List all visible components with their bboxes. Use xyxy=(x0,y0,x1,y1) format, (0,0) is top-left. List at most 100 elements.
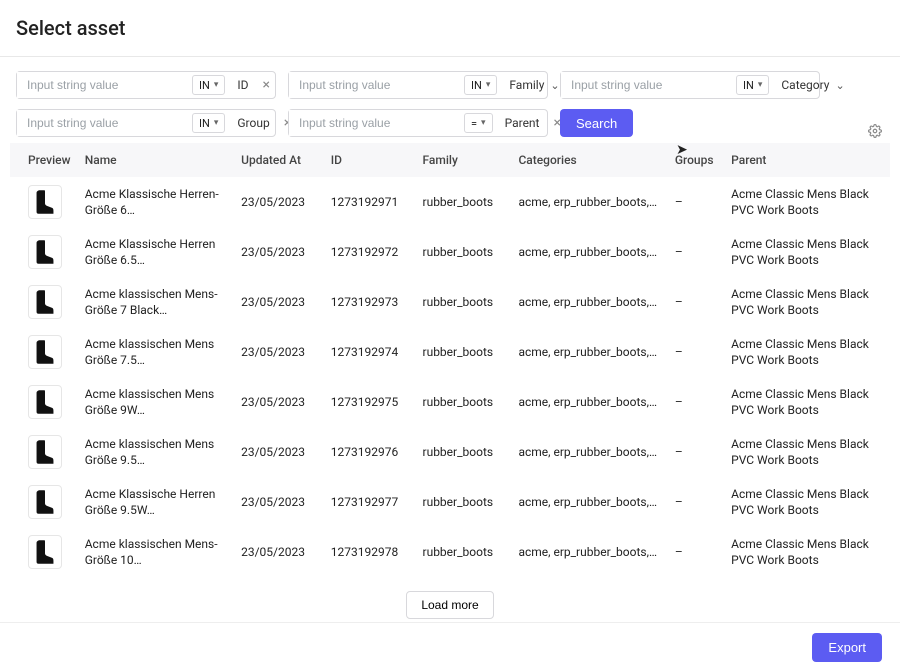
table-row[interactable]: Acme klassischen Mens-Größe 7 Black… 23/… xyxy=(10,277,890,327)
filter-group-op[interactable]: IN ▾ xyxy=(192,113,225,133)
cell-parent: Acme Classic Mens Black PVC Work Boots xyxy=(731,386,882,418)
cell-id: 1273192971 xyxy=(323,177,415,227)
cell-updated-at: 23/05/2023 xyxy=(233,177,323,227)
cell-parent: Acme Classic Mens Black PVC Work Boots xyxy=(731,536,882,568)
filter-group-op-label: IN xyxy=(199,117,210,130)
col-name: Name xyxy=(77,143,233,177)
cell-updated-at: 23/05/2023 xyxy=(233,377,323,427)
filter-category-input[interactable] xyxy=(561,72,736,98)
cell-categories: acme, erp_rubber_boots,… xyxy=(518,244,658,260)
cell-name: Acme Klassische Herren-Größe 6… xyxy=(85,186,225,218)
cell-name: Acme klassischen Mens Größe 9W… xyxy=(85,386,225,418)
filter-category-op[interactable]: IN ▾ xyxy=(736,75,769,95)
filter-category-op-label: IN xyxy=(743,79,754,92)
filter-id-op[interactable]: IN ▾ xyxy=(192,75,225,95)
cell-groups: – xyxy=(667,227,723,277)
cell-id: 1273192978 xyxy=(323,527,415,577)
col-groups: Groups xyxy=(667,143,723,177)
cell-updated-at: 23/05/2023 xyxy=(233,427,323,477)
table-row[interactable]: Acme klassischen Mens Größe 7.5… 23/05/2… xyxy=(10,327,890,377)
filter-category-dropdown-icon[interactable]: ⌄ xyxy=(835,79,852,92)
results-table-wrap[interactable]: Preview Name Updated At ID Family Catego… xyxy=(0,143,900,622)
filter-parent-label: Parent xyxy=(499,116,546,130)
cell-family: rubber_boots xyxy=(415,377,511,427)
filter-family: IN ▾ Family ⌄ xyxy=(288,71,548,99)
cell-name: Acme Klassische Herren Größe 6.5… xyxy=(85,236,225,268)
cell-categories: acme, erp_rubber_boots,… xyxy=(518,444,658,460)
boot-icon xyxy=(28,335,62,369)
col-id: ID xyxy=(323,143,415,177)
cell-name: Acme Klassische Herren Größe 9.5W… xyxy=(85,486,225,518)
cell-updated-at: 23/05/2023 xyxy=(233,527,323,577)
boot-icon xyxy=(28,235,62,269)
cell-id: 1273192973 xyxy=(323,277,415,327)
filter-family-op-label: IN xyxy=(471,79,482,92)
table-row[interactable]: Acme klassischen Mens-Größe 10… 23/05/20… xyxy=(10,527,890,577)
cell-family: rubber_boots xyxy=(415,427,511,477)
cell-categories: acme, erp_rubber_boots,… xyxy=(518,394,658,410)
search-button[interactable]: Search xyxy=(560,109,633,137)
filter-category-label: Category xyxy=(775,78,835,92)
chevron-down-icon: ▾ xyxy=(214,80,219,90)
filter-family-input[interactable] xyxy=(289,72,464,98)
filter-parent-op[interactable]: = ▾ xyxy=(464,113,493,133)
cell-groups: – xyxy=(667,177,723,227)
cell-updated-at: 23/05/2023 xyxy=(233,477,323,527)
cell-family: rubber_boots xyxy=(415,527,511,577)
results-table: Preview Name Updated At ID Family Catego… xyxy=(10,143,890,577)
boot-icon xyxy=(28,535,62,569)
filter-id: IN ▾ ID × xyxy=(16,71,276,99)
export-button[interactable]: Export xyxy=(812,633,882,662)
cell-updated-at: 23/05/2023 xyxy=(233,327,323,377)
cell-updated-at: 23/05/2023 xyxy=(233,277,323,327)
cell-categories: acme, erp_rubber_boots,… xyxy=(518,494,658,510)
table-row[interactable]: Acme Klassische Herren-Größe 6… 23/05/20… xyxy=(10,177,890,227)
cell-family: rubber_boots xyxy=(415,277,511,327)
footer: Export xyxy=(0,622,900,672)
load-more-button[interactable]: Load more xyxy=(406,591,493,619)
cell-family: rubber_boots xyxy=(415,477,511,527)
cell-parent: Acme Classic Mens Black PVC Work Boots xyxy=(731,336,882,368)
boot-icon xyxy=(28,485,62,519)
cell-groups: – xyxy=(667,427,723,477)
filter-id-input[interactable] xyxy=(17,72,192,98)
cell-parent: Acme Classic Mens Black PVC Work Boots xyxy=(731,486,882,518)
cell-groups: – xyxy=(667,527,723,577)
cell-parent: Acme Classic Mens Black PVC Work Boots xyxy=(731,436,882,468)
cell-categories: acme, erp_rubber_boots,… xyxy=(518,544,658,560)
filter-group-input[interactable] xyxy=(17,110,192,136)
chevron-down-icon: ▾ xyxy=(481,118,486,128)
cell-name: Acme klassischen Mens Größe 9.5… xyxy=(85,436,225,468)
filter-parent-input[interactable] xyxy=(289,110,464,136)
filters-bar: IN ▾ ID × IN ▾ Family ⌄ IN ▾ Category ⌄ xyxy=(0,57,900,143)
col-preview: Preview xyxy=(10,143,77,177)
table-row[interactable]: Acme klassischen Mens Größe 9.5… 23/05/2… xyxy=(10,427,890,477)
table-row[interactable]: Acme Klassische Herren Größe 9.5W… 23/05… xyxy=(10,477,890,527)
cell-id: 1273192977 xyxy=(323,477,415,527)
col-updated-at: Updated At xyxy=(233,143,323,177)
cell-family: rubber_boots xyxy=(415,227,511,277)
filter-id-clear-icon[interactable]: × xyxy=(255,77,278,93)
col-parent: Parent xyxy=(723,143,890,177)
filter-id-label: ID xyxy=(231,78,254,92)
gear-icon[interactable] xyxy=(868,124,882,138)
cell-groups: – xyxy=(667,277,723,327)
cell-categories: acme, erp_rubber_boots,… xyxy=(518,344,658,360)
cell-family: rubber_boots xyxy=(415,327,511,377)
cell-parent: Acme Classic Mens Black PVC Work Boots xyxy=(731,186,882,218)
cell-updated-at: 23/05/2023 xyxy=(233,227,323,277)
col-categories: Categories xyxy=(510,143,666,177)
cell-id: 1273192976 xyxy=(323,427,415,477)
cell-id: 1273192972 xyxy=(323,227,415,277)
boot-icon xyxy=(28,185,62,219)
cell-id: 1273192974 xyxy=(323,327,415,377)
chevron-down-icon: ▾ xyxy=(758,80,763,90)
filter-group: IN ▾ Group × xyxy=(16,109,276,137)
cell-categories: acme, erp_rubber_boots,… xyxy=(518,294,658,310)
cell-categories: acme, erp_rubber_boots,… xyxy=(518,194,658,210)
filter-family-op[interactable]: IN ▾ xyxy=(464,75,497,95)
table-row[interactable]: Acme Klassische Herren Größe 6.5… 23/05/… xyxy=(10,227,890,277)
col-family: Family xyxy=(415,143,511,177)
table-row[interactable]: Acme klassischen Mens Größe 9W… 23/05/20… xyxy=(10,377,890,427)
cell-groups: – xyxy=(667,377,723,427)
